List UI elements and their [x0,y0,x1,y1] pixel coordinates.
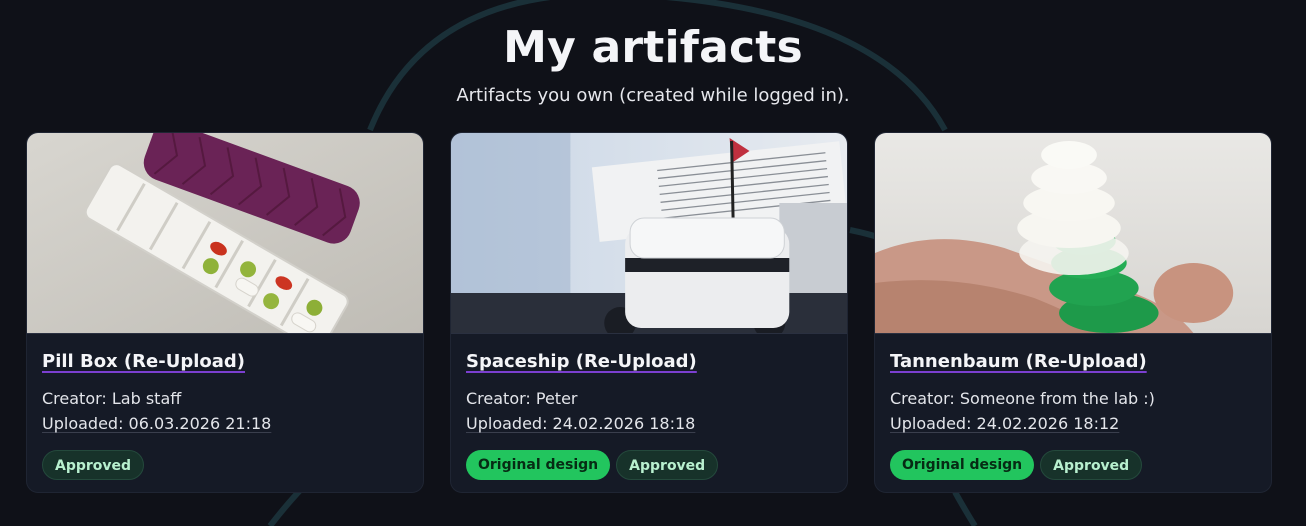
card-body: Spaceship (Re-Upload) Creator: Peter Upl… [451,334,847,480]
artifact-card-pill-box[interactable]: Pill Box (Re-Upload) Creator: Lab staff … [26,132,424,493]
artifacts-page: My artifacts Artifacts you own (created … [0,0,1306,526]
card-body: Pill Box (Re-Upload) Creator: Lab staff … [27,334,423,480]
creator-text: Creator: Someone from the lab :) [890,389,1155,408]
creator-text: Creator: Lab staff [42,389,182,408]
artifact-card-list: Pill Box (Re-Upload) Creator: Lab staff … [26,132,1272,493]
uploaded-text: Uploaded: 24.02.2026 18:18 [466,414,696,433]
uploaded-text: Uploaded: 24.02.2026 18:12 [890,414,1120,433]
artifact-card-spaceship[interactable]: Spaceship (Re-Upload) Creator: Peter Upl… [450,132,848,493]
uploaded-text: Uploaded: 06.03.2026 21:18 [42,414,272,433]
creator-text: Creator: Peter [466,389,578,408]
approved-badge: Approved [616,450,719,480]
artifact-title-link[interactable]: Spaceship (Re-Upload) [466,350,697,374]
card-body: Tannenbaum (Re-Upload) Creator: Someone … [875,334,1271,480]
page-subtitle: Artifacts you own (created while logged … [456,85,850,106]
artifact-thumbnail-pill-box[interactable] [27,133,423,334]
badge-row: Approved [42,450,408,480]
badge-row: Original design Approved [466,450,832,480]
artifact-thumbnail-spaceship[interactable] [451,133,847,334]
badge-row: Original design Approved [890,450,1256,480]
approved-badge: Approved [1040,450,1143,480]
artifact-title-link[interactable]: Pill Box (Re-Upload) [42,350,245,374]
page-header: My artifacts Artifacts you own (created … [0,0,1306,108]
artifact-card-tannenbaum[interactable]: Tannenbaum (Re-Upload) Creator: Someone … [874,132,1272,493]
card-meta: Creator: Lab staff Uploaded: 06.03.2026 … [42,386,408,436]
approved-badge: Approved [42,450,145,480]
original-design-badge: Original design [890,450,1035,480]
original-design-badge: Original design [466,450,611,480]
artifact-title-link[interactable]: Tannenbaum (Re-Upload) [890,350,1147,374]
card-meta: Creator: Peter Uploaded: 24.02.2026 18:1… [466,386,832,436]
artifact-thumbnail-tannenbaum[interactable] [875,133,1271,334]
page-title: My artifacts [503,22,803,73]
card-meta: Creator: Someone from the lab :) Uploade… [890,386,1256,436]
